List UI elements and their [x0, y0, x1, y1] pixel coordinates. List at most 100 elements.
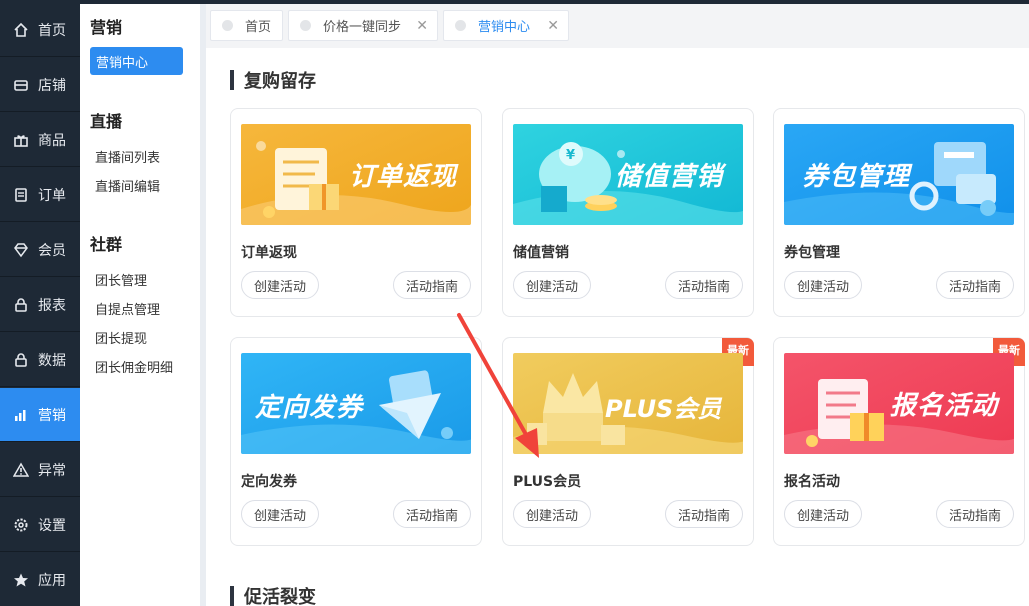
annotation-arrow-icon: [457, 313, 539, 458]
banner-text: PLUS会员: [605, 395, 722, 423]
nav-item-home[interactable]: 首页: [0, 3, 80, 57]
nav-item-reports[interactable]: 报表: [0, 278, 80, 332]
banner-text: 定向发券: [255, 393, 364, 423]
main-nav: 首页 店铺 商品 订单 会员 报表 数据 营销 异常 设置 应用: [0, 0, 80, 606]
card-title: 定向发券: [241, 474, 297, 490]
close-icon[interactable]: ✕: [416, 18, 428, 34]
bar-chart-icon: [12, 406, 30, 424]
tab-label: 价格一键同步: [323, 20, 402, 35]
activity-guide-button[interactable]: 活动指南: [393, 500, 471, 528]
tab-bar: 首页 价格一键同步 ✕ 营销中心 ✕: [206, 4, 1029, 48]
tab-price-sync[interactable]: 价格一键同步 ✕: [288, 10, 438, 41]
card-banner: 报名活动: [784, 353, 1014, 454]
tab-label: 首页: [245, 20, 272, 35]
nav-item-exceptions[interactable]: 异常: [0, 443, 80, 497]
card-stored-value[interactable]: ¥ 储值营销 储值营销 创建活动 活动指南: [502, 108, 754, 317]
card-banner: 定向发券: [241, 353, 471, 454]
section-bar: [230, 70, 234, 90]
section-bar: [230, 586, 234, 606]
card-title: PLUS会员: [513, 474, 582, 490]
nav-label: 异常: [38, 462, 66, 479]
subnav-group-live: 直播: [90, 112, 123, 131]
nav-item-apps[interactable]: 应用: [0, 553, 80, 606]
create-activity-button[interactable]: 创建活动: [241, 500, 319, 528]
star-icon: [12, 571, 30, 589]
nav-label: 营销: [38, 407, 66, 424]
activity-guide-button[interactable]: 活动指南: [936, 271, 1014, 299]
card-signup-activity[interactable]: 最新 报名活动 报名活动 创建活动 活动指南: [773, 337, 1025, 546]
nav-label: 数据: [38, 352, 66, 369]
subnav-item-live-list[interactable]: 直播间列表: [95, 147, 160, 166]
store-icon: [12, 76, 30, 94]
nav-label: 会员: [38, 242, 66, 259]
banner-text: 储值营销: [615, 162, 724, 192]
order-icon: [12, 186, 30, 204]
create-activity-button[interactable]: 创建活动: [784, 271, 862, 299]
nav-label: 应用: [38, 572, 66, 589]
create-activity-button[interactable]: 创建活动: [241, 271, 319, 299]
nav-label: 商品: [38, 132, 66, 149]
subnav-group-community: 社群: [90, 235, 123, 254]
section-title-text: 促活裂变: [244, 587, 316, 606]
nav-item-settings[interactable]: 设置: [0, 498, 80, 552]
lock-icon: [12, 296, 30, 314]
tab-marketing-center[interactable]: 营销中心 ✕: [443, 10, 569, 41]
card-banner: ¥ 储值营销: [513, 124, 743, 225]
nav-label: 首页: [38, 22, 66, 39]
card-banner: 券包管理: [784, 124, 1014, 225]
diamond-icon: [12, 241, 30, 259]
create-activity-button[interactable]: 创建活动: [784, 500, 862, 528]
activity-guide-button[interactable]: 活动指南: [936, 500, 1014, 528]
subnav-item-pickup-manage[interactable]: 自提点管理: [95, 299, 160, 318]
tab-dot-icon: [222, 20, 233, 31]
gift-icon: [12, 131, 30, 149]
lock-icon: [12, 351, 30, 369]
top-border: [0, 0, 1029, 4]
nav-label: 设置: [38, 517, 66, 534]
gear-icon: [12, 516, 30, 534]
section-title-retention: 复购留存: [230, 67, 316, 93]
nav-item-marketing[interactable]: 营销: [0, 388, 80, 442]
card-coupon-pack[interactable]: 券包管理 券包管理 创建活动 活动指南: [773, 108, 1025, 317]
nav-label: 订单: [38, 187, 66, 204]
nav-item-goods[interactable]: 商品: [0, 113, 80, 167]
nav-item-store[interactable]: 店铺: [0, 58, 80, 112]
subnav-item-live-edit[interactable]: 直播间编辑: [95, 176, 160, 195]
nav-item-members[interactable]: 会员: [0, 223, 80, 277]
card-banner: 订单返现: [241, 124, 471, 225]
banner-text: 券包管理: [802, 162, 911, 192]
warning-icon: [12, 461, 30, 479]
subnav-group-marketing: 营销: [90, 18, 123, 37]
create-activity-button[interactable]: 创建活动: [513, 500, 591, 528]
activity-guide-button[interactable]: 活动指南: [665, 271, 743, 299]
section-title-text: 复购留存: [244, 71, 316, 92]
tab-home[interactable]: 首页: [210, 10, 283, 41]
card-order-cashback[interactable]: 订单返现 订单返现 创建活动 活动指南: [230, 108, 482, 317]
tab-dot-icon: [300, 20, 311, 31]
close-icon[interactable]: ✕: [547, 18, 559, 34]
subnav-item-marketing-center[interactable]: 营销中心: [90, 47, 183, 75]
nav-item-data[interactable]: 数据: [0, 333, 80, 387]
card-targeted-coupon[interactable]: 定向发券 定向发券 创建活动 活动指南: [230, 337, 482, 546]
sub-nav: 营销 营销中心 直播 直播间列表 直播间编辑 社群 团长管理 自提点管理 团长提…: [80, 0, 200, 606]
create-activity-button[interactable]: 创建活动: [513, 271, 591, 299]
activity-guide-button[interactable]: 活动指南: [665, 500, 743, 528]
activity-guide-button[interactable]: 活动指南: [393, 271, 471, 299]
card-title: 报名活动: [784, 474, 840, 490]
card-title: 储值营销: [513, 245, 569, 261]
card-title: 券包管理: [784, 245, 840, 261]
svg-text:¥: ¥: [566, 148, 575, 163]
nav-item-orders[interactable]: 订单: [0, 168, 80, 222]
subnav-item-leader-withdraw[interactable]: 团长提现: [95, 328, 147, 347]
nav-label: 报表: [38, 297, 66, 314]
section-title-activation: 促活裂变: [230, 583, 316, 606]
main-content: 复购留存 订单返现 订单返现 创建活动 活动指南 ¥ 储值营销 储值营销 创建活…: [206, 48, 1029, 606]
card-title: 订单返现: [241, 245, 297, 261]
nav-label: 店铺: [38, 77, 66, 94]
subnav-item-commission-detail[interactable]: 团长佣金明细: [95, 357, 173, 376]
tab-dot-icon: [455, 20, 466, 31]
tab-label: 营销中心: [478, 20, 531, 35]
banner-text: 报名活动: [890, 391, 999, 421]
home-icon: [12, 21, 30, 39]
subnav-item-leader-manage[interactable]: 团长管理: [95, 270, 147, 289]
